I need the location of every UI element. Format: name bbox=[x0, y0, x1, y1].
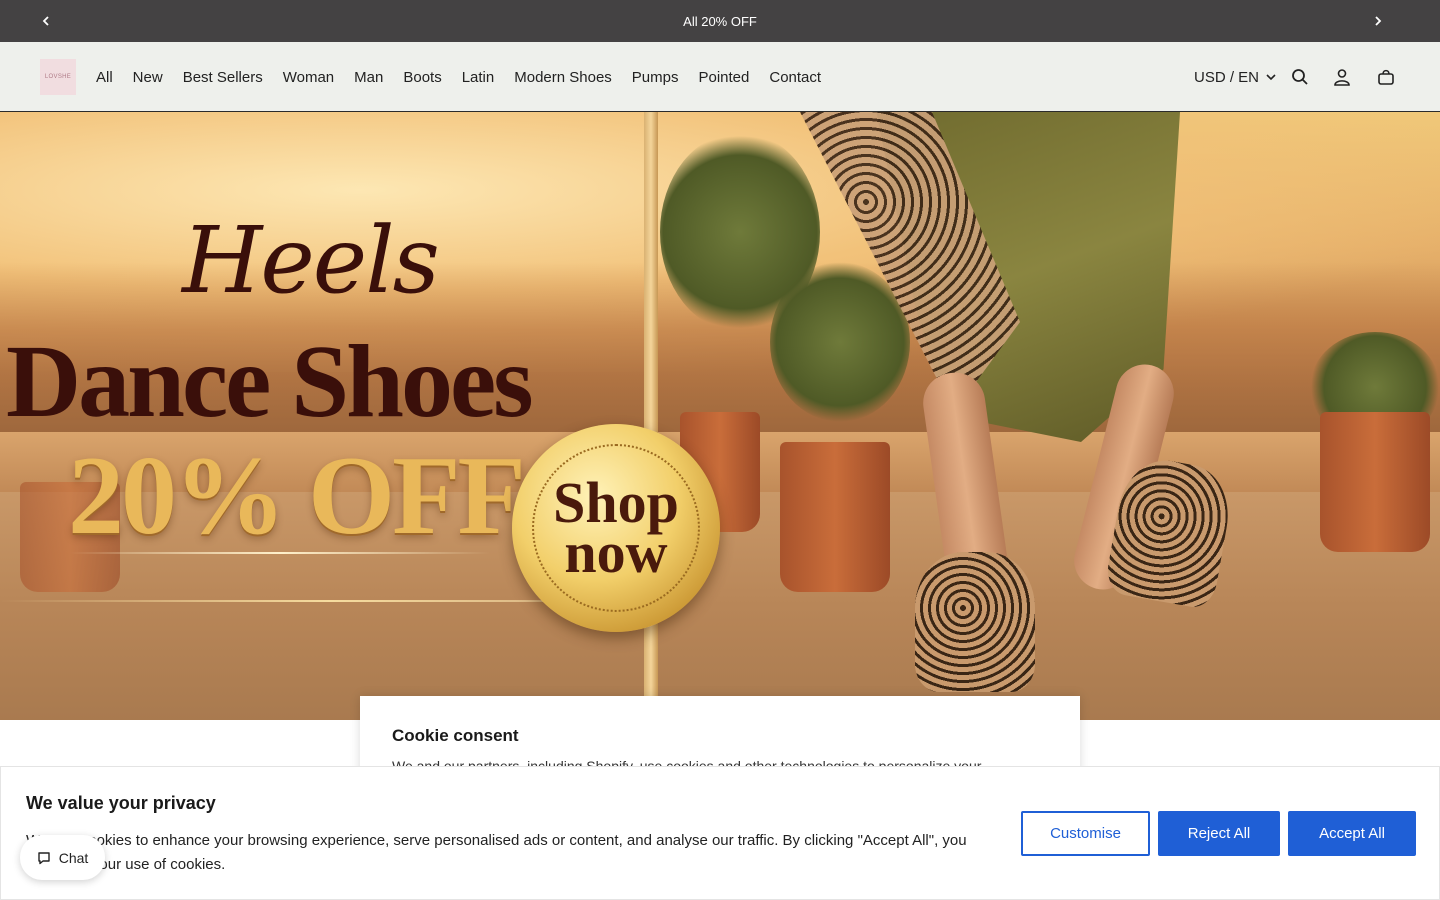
accept-all-button[interactable]: Accept All bbox=[1288, 811, 1416, 856]
chat-button[interactable]: Chat bbox=[20, 835, 105, 880]
chevron-down-icon bbox=[1266, 74, 1276, 81]
hero-discount: 20% OFF bbox=[68, 434, 526, 558]
announcement-bar: All 20% OFF bbox=[0, 0, 1440, 42]
terracotta-pot bbox=[780, 442, 890, 592]
main-nav: All New Best Sellers Woman Man Boots Lat… bbox=[96, 42, 821, 112]
nav-item-boots[interactable]: Boots bbox=[403, 69, 441, 86]
chat-icon bbox=[38, 851, 50, 864]
hero-title: Heels bbox=[182, 207, 440, 314]
nav-item-latin[interactable]: Latin bbox=[462, 69, 495, 86]
privacy-title: We value your privacy bbox=[26, 793, 216, 813]
nav-item-all[interactable]: All bbox=[96, 69, 113, 86]
nav-item-modern-shoes[interactable]: Modern Shoes bbox=[514, 69, 612, 86]
chevron-right-icon[interactable] bbox=[1357, 0, 1399, 42]
logo-text: LOVSHE bbox=[44, 74, 72, 80]
nav-item-pumps[interactable]: Pumps bbox=[632, 69, 679, 86]
cart-icon[interactable] bbox=[1375, 66, 1397, 88]
nav-item-best-sellers[interactable]: Best Sellers bbox=[183, 69, 263, 86]
store-logo[interactable]: LOVSHE bbox=[40, 59, 76, 95]
nav-item-man[interactable]: Man bbox=[354, 69, 383, 86]
hero-divider-line bbox=[70, 552, 490, 554]
currency-label: USD / EN bbox=[1194, 68, 1260, 86]
chevron-left-icon[interactable] bbox=[25, 0, 67, 42]
hero-divider bbox=[644, 112, 658, 720]
privacy-banner: We value your privacy We use cookies to … bbox=[0, 766, 1440, 900]
nav-item-woman[interactable]: Woman bbox=[283, 69, 334, 86]
nav-item-pointed[interactable]: Pointed bbox=[698, 69, 749, 86]
terracotta-pot bbox=[1320, 412, 1430, 552]
search-icon[interactable] bbox=[1289, 66, 1311, 88]
cookie-consent-title: Cookie consent bbox=[392, 726, 519, 745]
hero-banner[interactable]: Heels Dance Shoes 20% OFF Shop now bbox=[0, 112, 1440, 720]
shop-now-badge[interactable]: Shop now bbox=[512, 424, 720, 632]
currency-selector[interactable]: USD / EN bbox=[1194, 42, 1277, 112]
account-icon[interactable] bbox=[1331, 66, 1353, 88]
reject-all-button[interactable]: Reject All bbox=[1158, 811, 1280, 856]
nav-item-contact[interactable]: Contact bbox=[769, 69, 821, 86]
shop-now-badge-inner: Shop now bbox=[532, 444, 700, 612]
olive-tree bbox=[770, 262, 910, 422]
chat-label: Chat bbox=[58, 849, 89, 866]
shop-now-line2: now bbox=[564, 520, 668, 585]
hero-subtitle: Dance Shoes bbox=[6, 324, 534, 439]
announcement-text: All 20% OFF bbox=[683, 13, 757, 29]
customise-button[interactable]: Customise bbox=[1021, 811, 1150, 856]
privacy-text: We use cookies to enhance your browsing … bbox=[26, 832, 967, 873]
site-header: LOVSHE All New Best Sellers Woman Man Bo… bbox=[0, 42, 1440, 112]
nav-item-new[interactable]: New bbox=[133, 69, 163, 86]
leopard-heel-shoe bbox=[915, 552, 1035, 692]
